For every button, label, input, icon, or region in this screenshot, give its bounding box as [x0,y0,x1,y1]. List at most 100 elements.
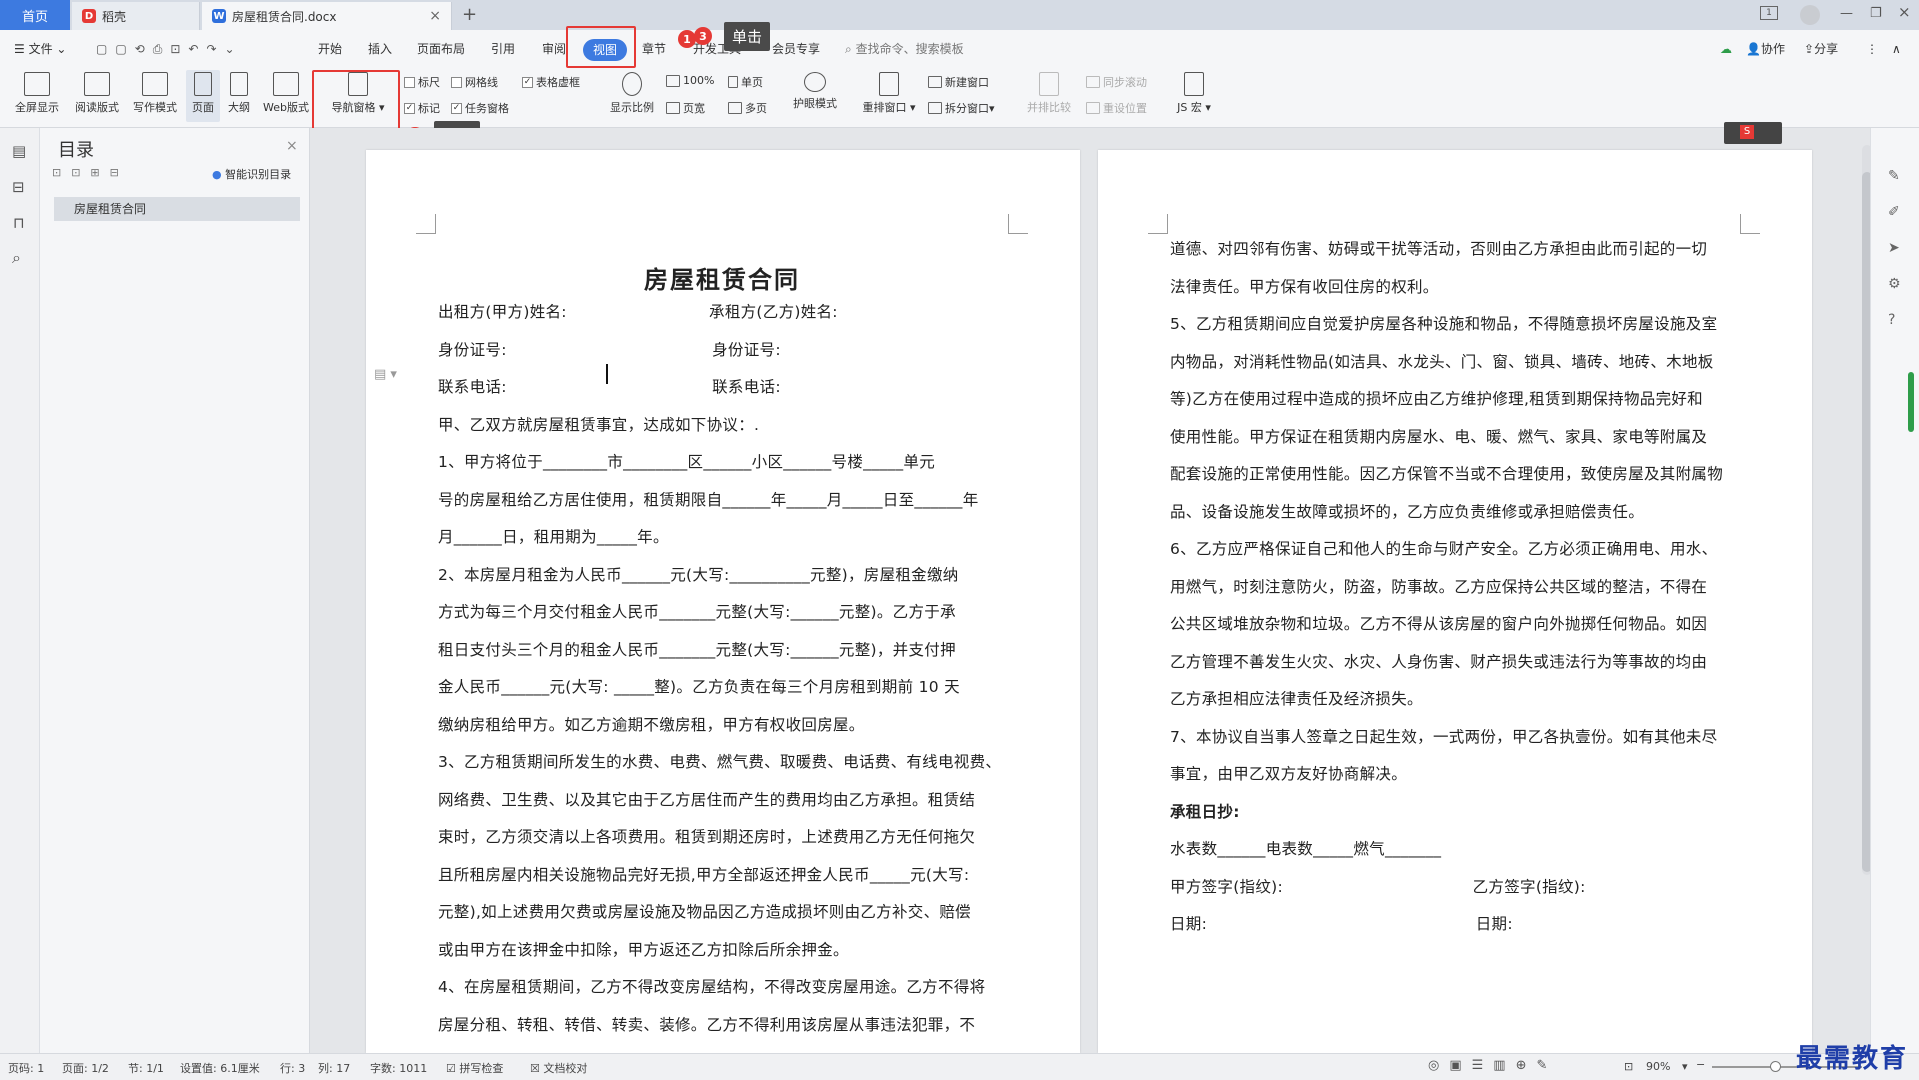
split-window-button[interactable]: 拆分窗口 ▾ [928,100,995,116]
zoom-dropdown-icon[interactable]: ▾ [1682,1060,1688,1073]
page-2[interactable]: 道德、对四邻有伤害、妨碍或干扰等活动，否则由乙方承担由此而引起的一切 法律责任。甲… [1098,150,1812,1053]
check-icon: ✓ [451,102,462,114]
folder-icon[interactable]: ⊟ [12,178,25,196]
doc-line: 乙方承担相应法律责任及经济损失。 [1170,690,1423,708]
file-menu[interactable]: ☰ 文件 ⌄ [14,36,66,62]
collab-button[interactable]: 👤协作 [1746,36,1785,62]
doc-line: 1、甲方将位于________市________区______小区______号… [438,453,936,471]
tab-reference[interactable]: 引用 [491,36,515,62]
gridline-checkbox[interactable]: 网格线 [451,74,498,90]
tab-review[interactable]: 审阅 [542,36,566,62]
multi-page-button[interactable]: 多页 [728,100,767,116]
status-column: 列: 17 [318,1062,351,1075]
new-tab-button[interactable]: + [462,4,477,25]
side-scroll-indicator[interactable] [1908,372,1914,432]
status-row: 行: 3 [280,1062,306,1075]
quick-access-toolbar[interactable]: ▢▢⟲⎙⊡↶↷⌄ [96,36,243,62]
margin-corner [416,214,436,234]
style-icon[interactable]: ✎ [1888,168,1900,184]
watermark: 最需教育 [1796,1044,1909,1074]
doc-line: 月______日，租用期为_____年。 [438,528,669,546]
settings-icon[interactable]: ⚙ [1888,276,1901,292]
eye-protect-button[interactable]: 护眼模式 [788,72,842,111]
smart-toc-button[interactable]: ● 智能识别目录 [212,166,291,182]
cloud-sync-icon[interactable]: ☁ [1720,36,1732,62]
doc-line: 甲方签字(指纹): 乙方签字(指纹): [1170,877,1586,896]
select-icon[interactable]: ➤ [1888,240,1900,256]
toc-item[interactable]: 房屋租赁合同 [54,197,300,221]
find-icon[interactable]: ⌕ [12,248,21,268]
tab-document[interactable]: W 房屋租赁合同.docx × [202,2,452,30]
doc-line: 法律责任。甲方保有收回住房的权利。 [1170,277,1439,296]
close-pane-icon[interactable]: × [286,138,298,154]
page-width-button[interactable]: 页宽 [666,100,705,116]
more-icon[interactable]: ⋮ [1866,36,1878,62]
sync-scroll-button[interactable]: 同步滚动 [1086,74,1147,90]
write-mode-label: 写作模式 [133,101,177,114]
edit-icon[interactable]: ✐ [1888,204,1900,220]
help-icon[interactable]: ? [1888,312,1895,328]
share-button[interactable]: ⇪分享 [1804,36,1838,62]
outline-button[interactable]: 大纲 [222,72,256,115]
mark-checkbox[interactable]: ✓ 标记 [404,100,440,116]
task-pane-checkbox[interactable]: ✓ 任务窗格 [451,100,509,116]
bookmark-icon[interactable]: ⊓ [13,214,25,232]
doc-proof-button[interactable]: ☒ 文档校对 [530,1060,587,1076]
check-icon: ✓ [522,76,533,88]
zoom-out-icon[interactable]: − [1696,1058,1705,1071]
mark-label: 标记 [418,102,440,115]
zoom-level[interactable]: 90% [1646,1060,1670,1073]
read-mode-button[interactable]: 阅读版式 [70,72,124,115]
tab-start[interactable]: 开始 [318,36,342,62]
doc-line: 道德、对四邻有伤害、妨碍或干扰等活动，否则由乙方承担由此而引起的一切 [1170,240,1708,258]
close-tab-icon[interactable]: × [429,8,441,24]
highlight-view-tab [566,26,636,68]
ruler-checkbox[interactable]: 标尺 [404,74,440,90]
js-macro-button[interactable]: JS 宏 ▾ [1170,72,1218,115]
tab-insert[interactable]: 插入 [368,36,392,62]
rearrange-window-button[interactable]: 重排窗口 ▾ [860,72,918,115]
step-badge-1: 1 [678,30,696,48]
doc-line: 内物品，对消耗性物品(如洁具、水龙头、门、窗、锁具、墙砖、地砖、木地板 [1170,352,1714,371]
avatar[interactable] [1800,5,1820,25]
status-word-count[interactable]: 字数: 1011 [370,1060,427,1076]
zoom-button[interactable]: 显示比例 [606,72,658,115]
close-window-icon[interactable]: × [1898,3,1911,21]
side-by-side-button[interactable]: 并排比较 [1022,72,1076,115]
page-1[interactable]: 房屋租赁合同 ▤ ▾ 出租方(甲方)姓名: 承租方(乙方)姓名: 身份证号: 身份… [366,150,1080,1053]
web-view-button[interactable]: Web版式 [258,72,314,115]
doc-line: 出租方(甲方)姓名: 承租方(乙方)姓名: [438,303,838,321]
fit-icon[interactable]: ⊡ [1624,1060,1633,1073]
minimize-icon[interactable]: — [1840,6,1853,21]
write-mode-button[interactable]: 写作模式 [128,72,182,115]
collapse-ribbon-icon[interactable]: ∧ [1892,36,1901,62]
smart-icon: ● [212,168,222,181]
page-view-button[interactable]: 页面 [186,70,220,122]
new-window-button[interactable]: 新建窗口 [928,74,989,90]
table-grid-checkbox[interactable]: ✓ 表格虚框 [522,74,580,90]
toc-tools[interactable]: ⊡⊡⊞⊟ [52,166,129,179]
tab-chapter[interactable]: 章节 [642,36,666,62]
tab-docer[interactable]: D 稻壳 [72,2,200,30]
reset-position-button[interactable]: 重设位置 [1086,100,1147,116]
doc-proof-label: 文档校对 [543,1062,588,1075]
tab-home[interactable]: 首页 [0,0,70,30]
spell-check-button[interactable]: ☑ 拼写检查 [446,1060,503,1076]
toc-icon[interactable]: ▤ [12,142,26,160]
doc-line: 4、在房屋租赁期间，乙方不得改变房屋结构，不得改变房屋用途。乙方不得将 [438,978,986,996]
view-mode-icons[interactable]: ◎▣☰▥⊕✎ [1428,1058,1557,1073]
command-search[interactable]: ⌕ 查找命令、搜索模板 [845,36,964,62]
single-page-button[interactable]: 单页 [728,74,763,90]
fullscreen-button[interactable]: 全屏显示 [10,72,64,115]
zoom-100-button[interactable]: 100% [666,74,714,87]
zoom-slider-thumb[interactable] [1770,1061,1781,1072]
tab-page-layout[interactable]: 页面布局 [417,36,465,62]
wps-logo-icon: S [1740,125,1754,139]
tab-member[interactable]: 会员专享 [772,36,820,62]
spell-check-label: 拼写检查 [459,1062,504,1075]
window-count-badge[interactable]: 1 [1760,6,1778,20]
doc-line: 联系电话: 联系电话: [438,378,781,396]
doc-line: 水表数______电表数_____燃气_______ [1170,840,1442,858]
restore-icon[interactable]: ❐ [1870,6,1882,21]
paragraph-handle-icon[interactable]: ▤ ▾ [374,367,397,382]
